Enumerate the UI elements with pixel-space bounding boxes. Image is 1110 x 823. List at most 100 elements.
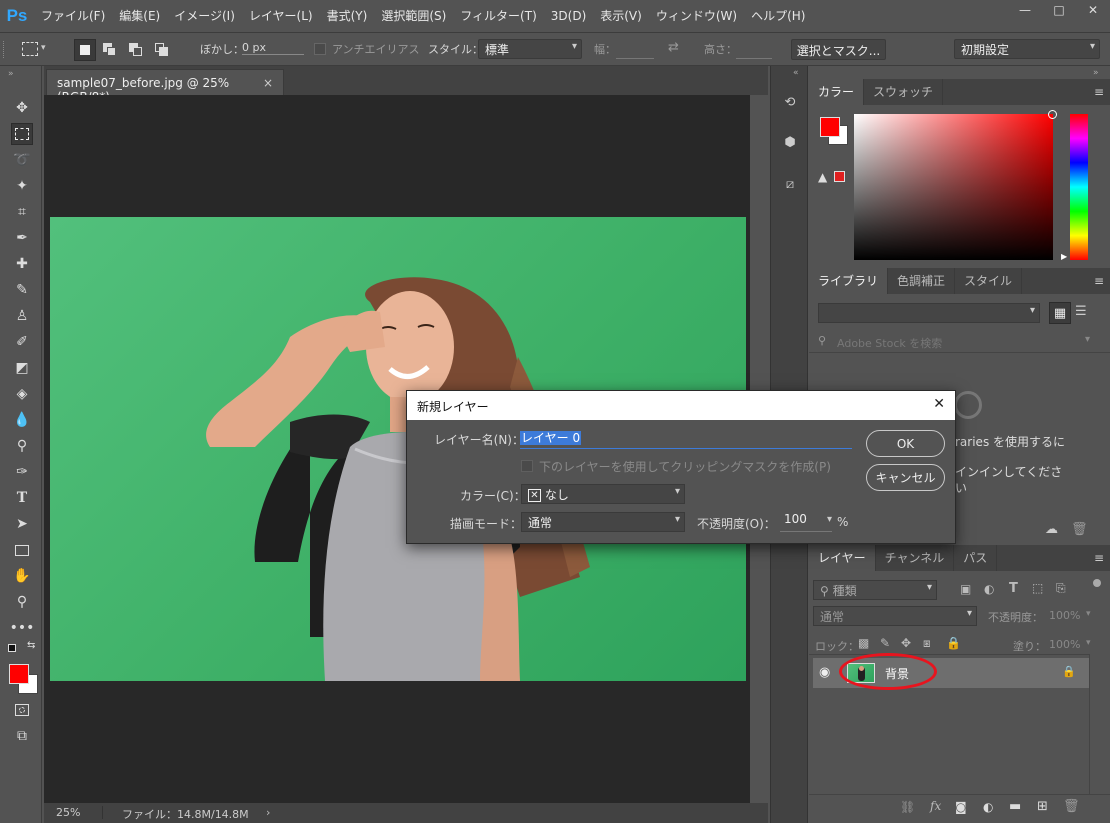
grid-view-icon[interactable]: ▦ (1049, 302, 1071, 324)
chevron-down-icon[interactable]: ▾ (1085, 334, 1090, 345)
cc-sync-icon[interactable]: ☁ (1045, 522, 1058, 537)
move-tool-icon[interactable]: ✥ (11, 97, 33, 119)
tab-color[interactable]: カラー (809, 79, 865, 105)
layer-filter-select[interactable]: ⚲ 種類 ▾ (813, 580, 937, 600)
maximize-button[interactable]: □ (1042, 0, 1076, 20)
eyedropper-icon[interactable]: ✒ (11, 227, 33, 249)
lock-artboard-icon[interactable]: ⧆ (923, 636, 931, 651)
chevron-down-icon[interactable]: ▾ (1086, 609, 1091, 619)
tab-layers[interactable]: レイヤー (809, 545, 876, 571)
new-group-icon[interactable]: ▬ (1009, 799, 1021, 814)
color-select[interactable]: ✕ なし ▾ (521, 484, 685, 504)
intersect-selection-icon[interactable] (155, 43, 169, 57)
eraser-tool-icon[interactable]: ◩ (11, 357, 33, 379)
swap-arrows-icon[interactable]: ⇄ (668, 40, 679, 55)
quick-mask-icon[interactable] (11, 699, 33, 721)
healing-brush-icon[interactable]: ✚ (11, 253, 33, 275)
color-field[interactable] (854, 110, 1057, 260)
delete-layer-icon[interactable]: 🗑 (1063, 799, 1080, 814)
history-icon[interactable]: ⟲ (780, 92, 800, 112)
library-select[interactable]: ▾ (818, 303, 1040, 323)
zoom-level[interactable]: 25% (56, 806, 104, 819)
close-window-button[interactable]: ✕ (1076, 0, 1110, 20)
color-fg-swatch[interactable] (820, 117, 840, 137)
scrollbar-track[interactable] (1089, 654, 1090, 804)
stamp-tool-icon[interactable]: ♙ (11, 305, 33, 327)
adjustment-layer-icon[interactable]: ◐ (983, 800, 993, 814)
menu-layer[interactable]: レイヤー(L) (242, 0, 320, 32)
status-menu-arrow-icon[interactable]: › (266, 806, 270, 819)
dodge-tool-icon[interactable]: ⚲ (11, 435, 33, 457)
filter-toggle-icon[interactable] (1093, 579, 1101, 587)
hue-slider[interactable] (1070, 114, 1088, 260)
magic-wand-icon[interactable]: ✦ (11, 175, 33, 197)
tab-libraries[interactable]: ライブラリ (809, 268, 889, 294)
screen-mode-icon[interactable]: ⧉ (11, 725, 33, 747)
height-input[interactable] (736, 58, 772, 59)
menu-filter[interactable]: フィルター(T) (453, 0, 543, 32)
chevron-down-icon[interactable]: ▾ (1086, 638, 1091, 648)
opacity-input[interactable]: 100 ▾ (780, 512, 832, 532)
menu-image[interactable]: イメージ(I) (167, 0, 242, 32)
chevron-down-icon[interactable]: ▾ (827, 514, 832, 525)
feather-input[interactable]: 0 px (242, 41, 304, 55)
default-colors-icon[interactable] (8, 644, 16, 652)
library-search-input[interactable]: Adobe Stock を検索 (837, 335, 942, 351)
eye-visibility-icon[interactable]: ◉ (819, 665, 830, 680)
workspace-select[interactable]: 初期設定 ▾ (954, 39, 1100, 59)
color-picker-handle[interactable] (1048, 110, 1057, 119)
document-tab[interactable]: sample07_before.jpg @ 25% (RGB/8*) × (46, 69, 284, 104)
tab-channels[interactable]: チャンネル (876, 545, 955, 571)
cancel-button[interactable]: キャンセル (866, 464, 945, 491)
swap-colors-icon[interactable]: ⇆ (27, 640, 35, 651)
path-select-icon[interactable]: ➤ (11, 513, 33, 535)
add-mask-icon[interactable]: ◙ (955, 800, 967, 814)
hand-tool-icon[interactable]: ✋ (11, 565, 33, 587)
tab-swatches[interactable]: スウォッチ (864, 79, 944, 105)
foreground-color-swatch[interactable] (9, 664, 29, 684)
hue-slider-marker-icon[interactable]: ▶ (1061, 252, 1067, 261)
lasso-tool-icon[interactable]: ➰ (11, 149, 33, 171)
pen-tool-icon[interactable]: ✑ (11, 461, 33, 483)
minimize-button[interactable]: — (1008, 0, 1042, 20)
tab-styles[interactable]: スタイル (955, 268, 1023, 294)
marquee-preset-icon[interactable] (22, 42, 38, 56)
ok-button[interactable]: OK (866, 430, 945, 457)
collapse-arrows-icon[interactable]: « (793, 68, 799, 78)
filter-shape-icon[interactable]: ⬚ (1032, 581, 1043, 595)
new-selection-button[interactable] (74, 39, 96, 61)
menu-select[interactable]: 選択範囲(S) (374, 0, 453, 32)
panel-menu-icon[interactable]: ≡ (1094, 79, 1104, 105)
warning-icon[interactable]: ▲ (818, 170, 827, 184)
filter-smart-object-icon[interactable]: ⎘ (1056, 581, 1066, 596)
gamut-swatch[interactable] (834, 171, 845, 182)
filter-adjustment-icon[interactable]: ◐ (984, 582, 994, 596)
fx-icon[interactable]: fx (930, 799, 941, 813)
style-select[interactable]: 標準 ▾ (478, 39, 582, 59)
collapse-arrows-icon[interactable]: » (8, 69, 14, 79)
marquee-tool-icon[interactable] (11, 123, 33, 145)
lock-all-icon[interactable]: 🔒 (946, 636, 961, 650)
add-selection-icon[interactable] (103, 43, 117, 57)
paint-bucket-icon[interactable]: ◈ (11, 383, 33, 405)
menu-help[interactable]: ヘルプ(H) (744, 0, 812, 32)
menu-3d[interactable]: 3D(D) (544, 0, 593, 32)
menu-window[interactable]: ウィンドウ(W) (649, 0, 744, 32)
menu-view[interactable]: 表示(V) (593, 0, 649, 32)
close-dialog-button[interactable]: ✕ (933, 396, 945, 412)
lock-transparent-icon[interactable]: ▩ (858, 636, 869, 650)
blur-tool-icon[interactable]: 💧 (11, 409, 33, 431)
close-tab-icon[interactable]: × (263, 76, 273, 90)
mode-select[interactable]: 通常 ▾ (521, 512, 685, 532)
zoom-tool-icon[interactable]: ⚲ (11, 591, 33, 613)
properties-icon[interactable]: ⧄ (780, 174, 800, 194)
crop-tool-icon[interactable]: ⌗ (11, 201, 33, 223)
rectangle-tool-icon[interactable] (11, 539, 33, 561)
antialias-checkbox[interactable] (314, 43, 326, 55)
lock-move-icon[interactable]: ✥ (901, 636, 911, 650)
3d-object-icon[interactable]: ⬢ (780, 132, 800, 152)
filter-pixel-icon[interactable]: ▣ (960, 582, 971, 596)
tab-paths[interactable]: パス (954, 545, 998, 571)
collapse-arrows-icon[interactable]: » (1093, 68, 1099, 78)
trash-icon[interactable]: 🗑 (1071, 522, 1088, 537)
